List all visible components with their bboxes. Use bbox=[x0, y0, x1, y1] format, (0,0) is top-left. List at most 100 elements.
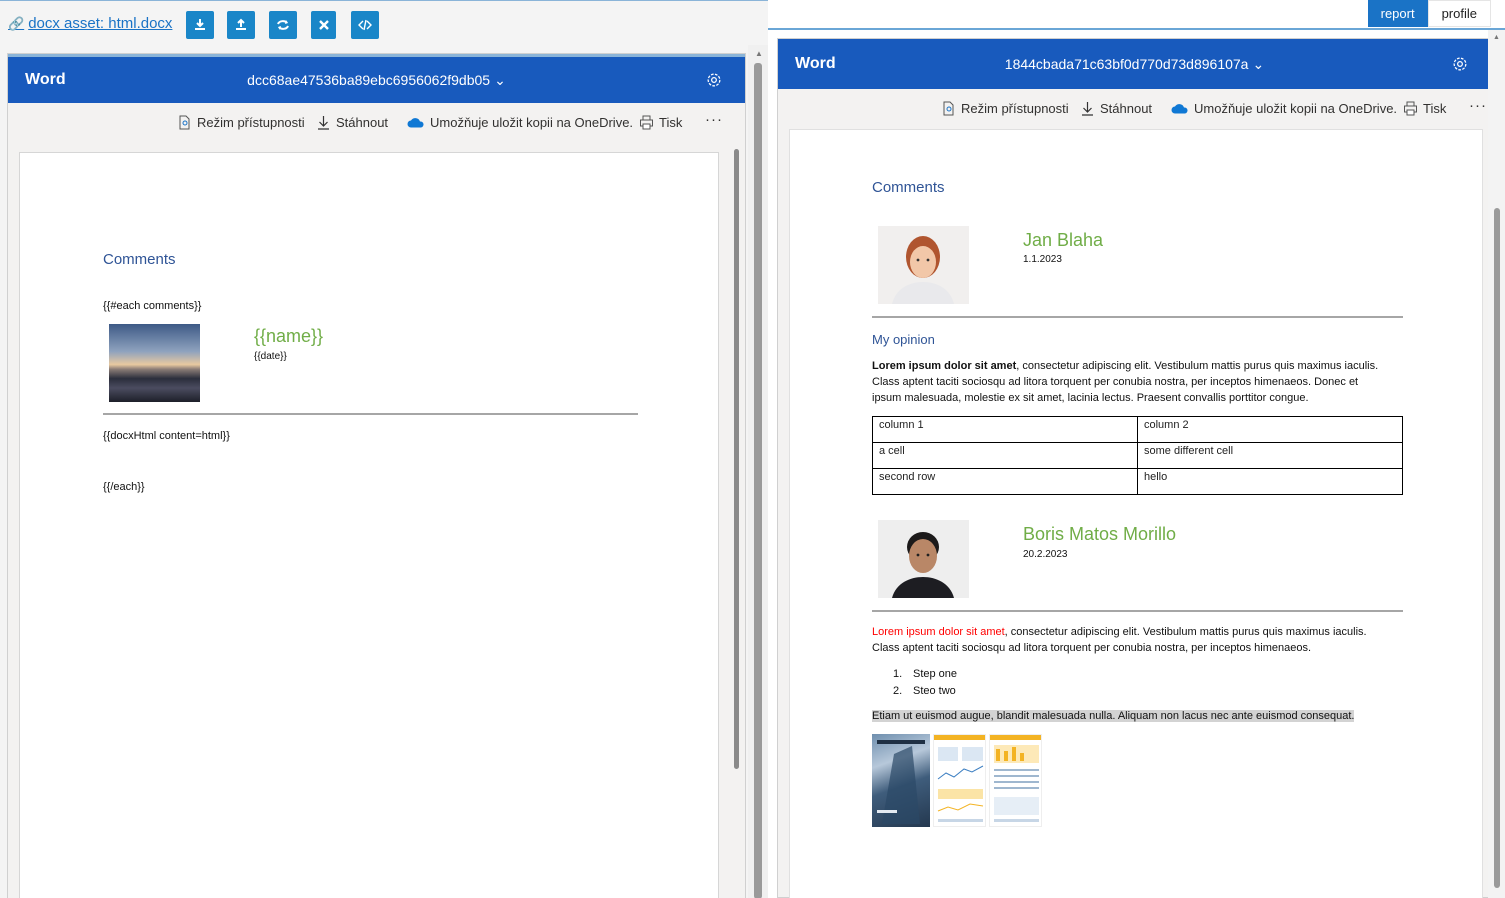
chevron-down-icon: ⌄ bbox=[1252, 55, 1265, 72]
date-placeholder: {{date}} bbox=[254, 351, 287, 362]
paragraph-rest: , consectetur adipiscing elit. Vestibulu… bbox=[1016, 360, 1379, 372]
pane-scrollbar-thumb[interactable] bbox=[754, 63, 762, 898]
accessibility-mode-button[interactable]: Režim přístupnosti bbox=[941, 101, 1069, 116]
comment-table: column 1 column 2 a cell some different … bbox=[872, 416, 1403, 495]
print-button[interactable]: Tisk bbox=[639, 115, 682, 130]
gear-icon[interactable] bbox=[705, 71, 723, 89]
table-cell: a cell bbox=[872, 442, 1138, 469]
comment-paragraph-line1: Lorem ipsum dolor sit amet, consectetur … bbox=[872, 360, 1378, 372]
comment-paragraph-line2: Class aptent taciti sociosqu ad litora t… bbox=[872, 376, 1359, 388]
docx-asset-link-label: docx asset: html.docx bbox=[28, 15, 173, 32]
gear-icon[interactable] bbox=[1451, 55, 1469, 73]
onedrive-cloud-icon bbox=[1171, 104, 1188, 114]
print-button[interactable]: Tisk bbox=[1403, 101, 1446, 116]
accessibility-mode-button[interactable]: Režim přístupnosti bbox=[177, 115, 305, 130]
comment-paragraph-line3: ipsum malesuada, molestie ex sit amet, l… bbox=[872, 392, 1309, 404]
close-icon bbox=[318, 20, 329, 30]
word-command-bar: Režim přístupnosti Stáhnout Umožňuje ulo… bbox=[778, 89, 1491, 129]
delete-button[interactable] bbox=[311, 11, 336, 39]
comment-author-name: Jan Blaha bbox=[1023, 230, 1104, 250]
word-header: Word dcc68ae47536ba89ebc6956062f9db05 ⌄ bbox=[8, 54, 745, 103]
code-button[interactable] bbox=[351, 11, 379, 39]
refresh-icon bbox=[277, 20, 289, 30]
save-onedrive-label: Umožňuje uložit kopii na OneDrive. bbox=[430, 115, 634, 130]
print-label: Tisk bbox=[659, 115, 683, 130]
each-close-tag: {{/each}} bbox=[103, 481, 145, 493]
doc-id-label: dcc68ae47536ba89ebc6956062f9db05 bbox=[247, 72, 491, 88]
download-doc-button[interactable]: Stáhnout bbox=[316, 115, 388, 130]
doc-id-dropdown[interactable]: 1844cbada71c63bf0d770d73d896107a ⌄ bbox=[778, 56, 1491, 73]
upload-icon bbox=[236, 18, 246, 30]
right-pane: report profile Word 1844cbada71c63bf0d77… bbox=[768, 0, 1505, 898]
comment-paragraph-line1: Lorem ipsum dolor sit amet, consectetur … bbox=[872, 626, 1367, 638]
chevron-down-icon: ⌄ bbox=[494, 71, 506, 88]
table-row: column 1 column 2 bbox=[872, 416, 1403, 443]
save-onedrive-button[interactable]: Umožňuje uložit kopii na OneDrive. bbox=[407, 115, 633, 130]
word-viewer-right: Word 1844cbada71c63bf0d770d73d896107a ⌄ … bbox=[777, 38, 1492, 898]
table-cell: hello bbox=[1137, 468, 1403, 495]
html-placeholder: {{docxHtml content=html}} bbox=[103, 430, 230, 442]
comment-paragraph-line2: Class aptent taciti sociosqu ad litora t… bbox=[872, 642, 1312, 654]
refresh-button[interactable] bbox=[269, 11, 297, 39]
name-placeholder: {{name}} bbox=[254, 326, 324, 346]
save-onedrive-button[interactable]: Umožňuje uložit kopii na OneDrive. bbox=[1171, 101, 1397, 116]
more-options-icon[interactable]: ··· bbox=[705, 111, 723, 128]
table-row: second row hello bbox=[872, 468, 1403, 495]
onedrive-cloud-icon bbox=[407, 118, 424, 128]
left-pane: 🔗 docx asset: html.docx Word dcc68ae4753… bbox=[0, 0, 768, 898]
printer-icon bbox=[640, 115, 653, 130]
table-cell: some different cell bbox=[1137, 442, 1403, 469]
word-viewer-left: Word dcc68ae47536ba89ebc6956062f9db05 ⌄ … bbox=[7, 53, 746, 898]
right-scroll-track: ▲ bbox=[1488, 30, 1505, 898]
list-number: 1. bbox=[893, 668, 903, 680]
scroll-up-arrow-icon[interactable]: ▲ bbox=[1493, 34, 1500, 41]
list-item: 1. Step one bbox=[893, 668, 957, 680]
list-number: 2. bbox=[893, 685, 903, 697]
each-open-tag: {{#each comments}} bbox=[103, 300, 202, 312]
separator-line bbox=[103, 413, 638, 415]
view-tabs: report profile bbox=[1367, 0, 1491, 27]
comments-heading: Comments bbox=[103, 251, 176, 268]
tab-report[interactable]: report bbox=[1367, 0, 1428, 27]
report-table-thumbnail bbox=[989, 734, 1042, 827]
comment-author-name: Boris Matos Morillo bbox=[1023, 524, 1177, 544]
separator-line bbox=[872, 316, 1403, 318]
download-button[interactable] bbox=[186, 11, 214, 39]
accessibility-mode-label: Režim přístupnosti bbox=[961, 101, 1069, 116]
list-item: 2. Steo two bbox=[893, 685, 956, 697]
red-lead-text: Lorem ipsum dolor sit amet bbox=[872, 626, 1005, 638]
word-header: Word 1844cbada71c63bf0d770d73d896107a ⌄ bbox=[778, 39, 1491, 89]
docx-asset-link[interactable]: 🔗 docx asset: html.docx bbox=[8, 15, 172, 32]
report-top-border bbox=[768, 28, 1505, 30]
table-cell: second row bbox=[872, 468, 1138, 495]
comment-date: 1.1.2023 bbox=[1023, 254, 1062, 265]
table-cell: column 1 bbox=[872, 416, 1138, 443]
table-row: a cell some different cell bbox=[872, 442, 1403, 469]
table-cell: column 2 bbox=[1137, 416, 1403, 443]
report-cover-thumbnail bbox=[872, 734, 930, 827]
paragraph-rest: , consectetur adipiscing elit. Vestibulu… bbox=[1004, 626, 1367, 638]
bold-lead-text: Lorem ipsum dolor sit amet bbox=[872, 360, 1017, 372]
accessibility-icon bbox=[179, 115, 190, 130]
tab-profile[interactable]: profile bbox=[1427, 0, 1491, 27]
right-scrollbar-thumb[interactable] bbox=[1494, 208, 1500, 888]
printer-icon bbox=[1404, 101, 1417, 116]
page-scrollbar[interactable] bbox=[734, 149, 739, 769]
download-label: Stáhnout bbox=[1100, 101, 1153, 116]
upload-button[interactable] bbox=[227, 11, 255, 39]
document-page: Comments Jan Blaha 1.1.2023 My opinion L… bbox=[789, 129, 1483, 898]
avatar-boris-matos-morillo bbox=[878, 520, 969, 598]
doc-id-dropdown[interactable]: dcc68ae47536ba89ebc6956062f9db05 ⌄ bbox=[8, 72, 745, 89]
accessibility-icon bbox=[943, 101, 954, 116]
comment-subheading: My opinion bbox=[872, 332, 935, 347]
comment-date: 20.2.2023 bbox=[1023, 549, 1068, 560]
more-options-icon[interactable]: ··· bbox=[1469, 97, 1487, 114]
accessibility-mode-label: Režim přístupnosti bbox=[197, 115, 305, 130]
list-item-label: Step one bbox=[913, 668, 958, 680]
code-icon bbox=[358, 19, 372, 31]
avatar-jan-blaha bbox=[878, 226, 969, 304]
sunset-image bbox=[109, 324, 200, 402]
download-doc-button[interactable]: Stáhnout bbox=[1080, 101, 1152, 116]
download-icon bbox=[195, 19, 205, 30]
scroll-up-arrow-icon[interactable]: ▲ bbox=[755, 49, 763, 58]
